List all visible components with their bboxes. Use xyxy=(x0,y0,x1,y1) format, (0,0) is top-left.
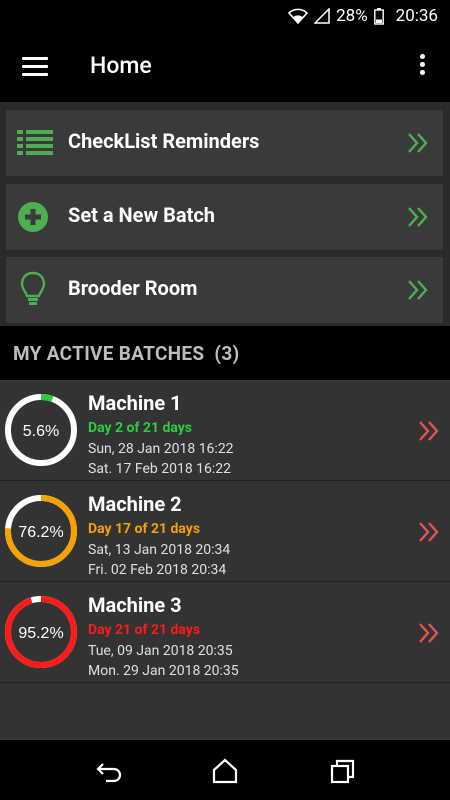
double-chevron-right-icon xyxy=(419,623,439,643)
progress-percent: 76.2% xyxy=(18,524,63,541)
batch-item[interactable]: 95.2% Machine 3 Day 21 of 21 days Tue, 0… xyxy=(0,582,450,683)
active-batches-header: MY ACTIVE BATCHES (3) xyxy=(0,326,450,380)
wifi-icon xyxy=(288,8,309,24)
batch-day: Day 2 of 21 days xyxy=(88,420,192,436)
double-chevron-right-icon xyxy=(408,280,428,300)
batch-day: Day 17 of 21 days xyxy=(88,521,201,537)
home-menu: CheckList Reminders Set a New Batch Broo… xyxy=(0,102,450,326)
batch-start-date: Tue, 09 Jan 2018 20:35 xyxy=(88,643,233,659)
set-new-batch-button[interactable]: Set a New Batch xyxy=(6,184,443,250)
overflow-menu-icon[interactable] xyxy=(412,54,432,82)
batch-item[interactable]: 5.6% Machine 1 Day 2 of 21 days Sun, 28 … xyxy=(0,380,450,481)
status-bar: 28% 20:36 xyxy=(0,0,450,32)
batch-end-date: Sat. 17 Feb 2018 16:22 xyxy=(88,461,232,477)
progress-ring: 5.6% xyxy=(5,394,77,466)
batch-name: Machine 3 xyxy=(88,593,182,617)
progress-percent: 5.6% xyxy=(23,423,59,440)
signal-icon xyxy=(314,8,330,24)
batch-end-date: Mon. 29 Jan 2018 20:35 xyxy=(88,663,239,679)
brooder-room-button[interactable]: Brooder Room xyxy=(6,257,443,323)
checklist-reminders-button[interactable]: CheckList Reminders xyxy=(6,110,443,176)
checklist-reminders-label: CheckList Reminders xyxy=(68,129,260,153)
add-circle-icon xyxy=(18,202,48,232)
back-icon[interactable] xyxy=(94,756,124,786)
progress-percent: 95.2% xyxy=(18,625,63,642)
page-title: Home xyxy=(90,52,152,79)
app-bar: Home xyxy=(0,32,450,102)
batch-list: 5.6% Machine 1 Day 2 of 21 days Sun, 28 … xyxy=(0,380,450,740)
list-icon xyxy=(17,130,53,155)
batch-name: Machine 1 xyxy=(88,391,182,415)
lightbulb-icon xyxy=(20,271,46,305)
clock: 20:36 xyxy=(395,6,438,26)
set-new-batch-label: Set a New Batch xyxy=(68,203,215,227)
brooder-room-label: Brooder Room xyxy=(68,276,198,300)
battery-icon xyxy=(373,7,384,25)
batch-day: Day 21 of 21 days xyxy=(88,622,201,638)
double-chevron-right-icon xyxy=(419,522,439,542)
double-chevron-right-icon xyxy=(419,421,439,441)
progress-ring: 95.2% xyxy=(5,596,77,668)
battery-percent: 28% xyxy=(336,6,368,26)
batch-start-date: Sat, 13 Jan 2018 20:34 xyxy=(88,542,231,558)
double-chevron-right-icon xyxy=(408,207,428,227)
system-nav-bar xyxy=(0,740,450,800)
batch-item[interactable]: 76.2% Machine 2 Day 17 of 21 days Sat, 1… xyxy=(0,481,450,582)
section-title: MY ACTIVE BATCHES (3) xyxy=(13,342,240,365)
home-icon[interactable] xyxy=(210,756,240,786)
batch-name: Machine 2 xyxy=(88,492,182,516)
hamburger-menu-icon[interactable] xyxy=(22,57,48,77)
progress-ring: 76.2% xyxy=(5,495,77,567)
batch-end-date: Fri. 02 Feb 2018 20:34 xyxy=(88,562,227,578)
batch-start-date: Sun, 28 Jan 2018 16:22 xyxy=(88,441,234,457)
double-chevron-right-icon xyxy=(408,133,428,153)
recent-apps-icon[interactable] xyxy=(328,756,358,786)
